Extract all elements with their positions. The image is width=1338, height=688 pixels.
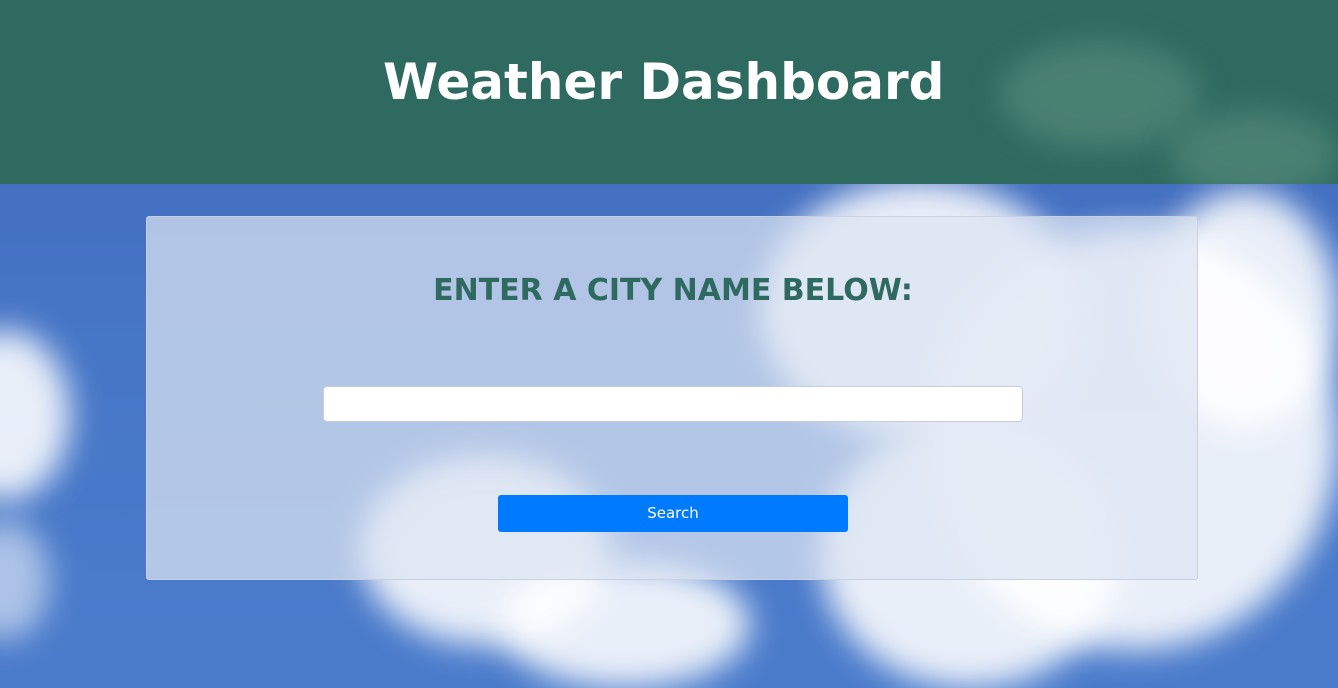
search-prompt: ENTER A CITY NAME BELOW: — [433, 273, 913, 308]
cloud — [0, 520, 50, 640]
search-button[interactable]: Search — [498, 495, 848, 532]
header-bar: Weather Dashboard — [0, 0, 1338, 184]
page-title: Weather Dashboard — [383, 53, 945, 111]
cloud — [0, 330, 70, 500]
header-haze — [1170, 110, 1338, 184]
city-search-input[interactable] — [323, 386, 1023, 422]
search-card: ENTER A CITY NAME BELOW: Search — [146, 216, 1198, 580]
page: Weather Dashboard ENTER A CITY NAME BELO… — [0, 0, 1338, 688]
header-haze — [1000, 40, 1200, 150]
